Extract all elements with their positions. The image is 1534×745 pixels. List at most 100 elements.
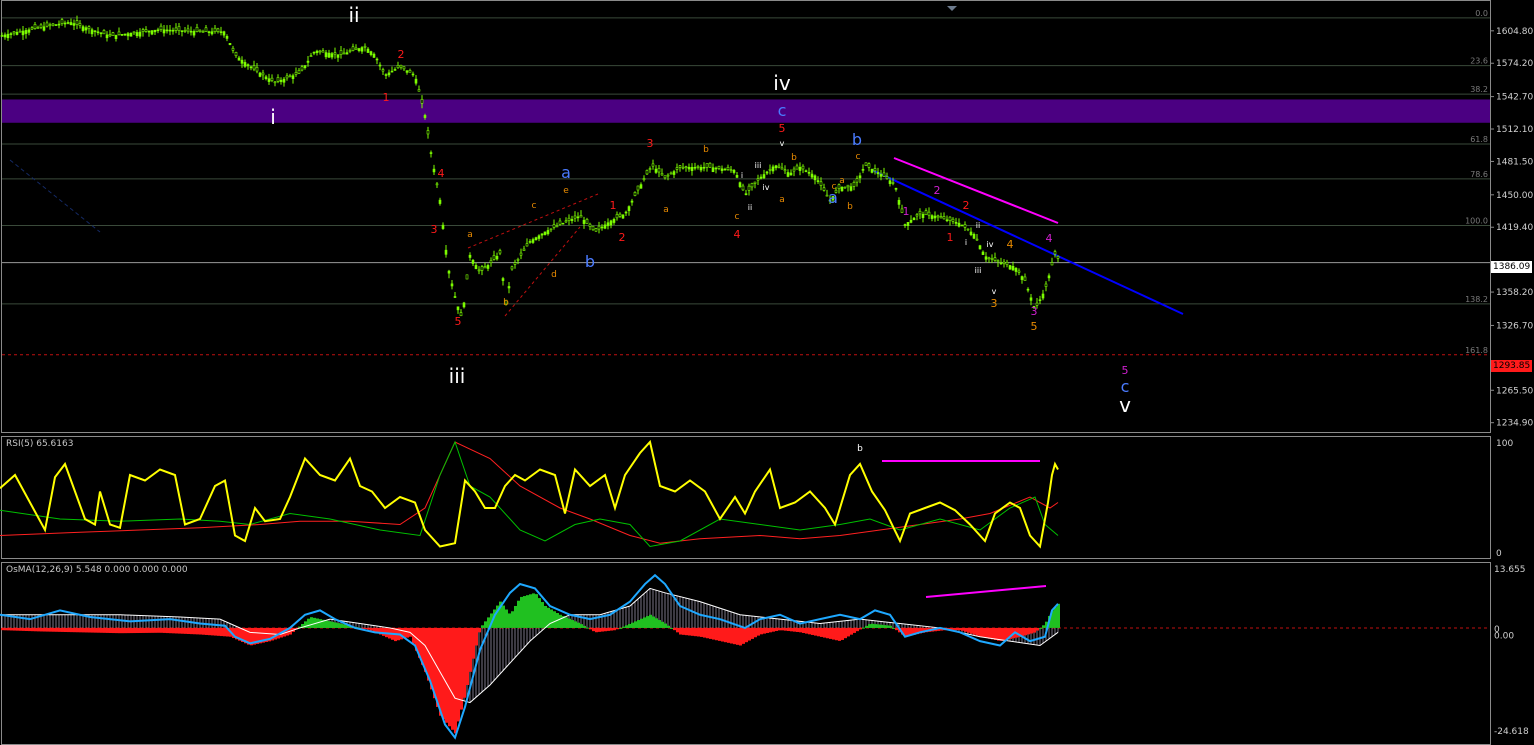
candle xyxy=(993,252,997,262)
candle xyxy=(291,73,295,84)
osma-bar xyxy=(790,627,793,632)
candle-body xyxy=(618,213,622,217)
rsi-fast-ma xyxy=(0,440,1059,548)
osma-bar xyxy=(730,627,733,644)
candle xyxy=(468,252,472,261)
wave-label: b xyxy=(585,252,595,271)
candle-body xyxy=(1017,270,1021,273)
osma-bar xyxy=(874,624,877,628)
candle xyxy=(165,25,169,34)
candle xyxy=(348,48,352,54)
osma-bar xyxy=(583,625,586,628)
osma-bar xyxy=(382,627,385,636)
candle xyxy=(183,26,187,33)
wave-label: iv xyxy=(987,240,994,249)
candle xyxy=(690,163,694,176)
candle-body xyxy=(264,76,268,79)
candle xyxy=(444,244,448,258)
wave-label: b xyxy=(791,153,797,163)
candle xyxy=(510,265,514,271)
candle-body xyxy=(0,35,4,37)
candle xyxy=(675,163,679,174)
candle xyxy=(552,219,556,230)
fibonacci-levels: 0.023.638.250.061.878.6100.0138.2161.8 xyxy=(2,9,1490,356)
candle-body xyxy=(525,243,529,247)
candle xyxy=(180,30,184,37)
candle-body xyxy=(849,186,853,191)
candle-body xyxy=(390,70,394,73)
candle-body xyxy=(567,217,571,221)
candle xyxy=(375,57,379,65)
osma-bar xyxy=(64,627,67,632)
osma-bar xyxy=(598,627,601,632)
candle xyxy=(354,44,358,50)
candle xyxy=(702,162,706,172)
candle-body xyxy=(396,65,400,69)
candle-body xyxy=(888,180,892,184)
osma-bar xyxy=(145,627,148,633)
candle-body xyxy=(711,167,715,173)
osma-bar xyxy=(70,627,73,633)
candle-body xyxy=(534,237,538,241)
candle-body xyxy=(801,165,805,170)
candle xyxy=(951,217,955,225)
osma-bar xyxy=(976,627,979,636)
osma-bar xyxy=(28,627,31,632)
osma-bar xyxy=(856,627,859,632)
osma-bar xyxy=(154,627,157,633)
osma-bar xyxy=(685,627,688,636)
candle-body xyxy=(318,50,322,53)
candle xyxy=(645,169,649,175)
candle xyxy=(975,233,979,241)
candle-body xyxy=(999,262,1003,265)
osma-bar xyxy=(628,623,631,628)
candle xyxy=(582,216,586,229)
candle xyxy=(342,48,346,55)
candle xyxy=(99,32,103,38)
candle xyxy=(240,56,244,68)
osma-bar xyxy=(52,627,55,632)
candle xyxy=(939,212,943,219)
candle xyxy=(726,164,730,171)
candle xyxy=(1014,267,1018,276)
candle xyxy=(942,212,946,220)
osma-bar xyxy=(559,614,562,628)
candle-body xyxy=(108,34,112,37)
candle xyxy=(606,218,610,230)
osma-bar xyxy=(130,627,133,634)
candle-body xyxy=(51,23,55,26)
candle-body xyxy=(912,217,916,221)
candle-body xyxy=(168,29,172,32)
candle-body xyxy=(231,47,235,51)
candle-body xyxy=(330,53,334,58)
osma-bar xyxy=(94,627,97,633)
osma-bar xyxy=(58,627,61,632)
candle-body xyxy=(1041,293,1045,299)
osma-bar xyxy=(217,627,220,636)
candle xyxy=(81,24,85,33)
osma-bar xyxy=(841,627,844,640)
candle xyxy=(849,183,853,192)
chart-shift-marker[interactable] xyxy=(947,6,957,11)
osma-bar xyxy=(865,625,868,628)
osma-bar xyxy=(523,596,526,628)
osma-bar xyxy=(4,627,7,631)
candle-body xyxy=(897,200,901,205)
candle xyxy=(549,228,553,233)
candle-body xyxy=(870,168,874,173)
osma-bar xyxy=(31,627,34,632)
candle-body xyxy=(48,24,52,27)
candle xyxy=(351,43,355,52)
osma-bar xyxy=(163,627,166,633)
candle-body xyxy=(582,219,586,224)
candle xyxy=(1026,287,1030,293)
osma-bar xyxy=(46,627,49,632)
candle-body xyxy=(180,30,184,33)
wave-label: 2 xyxy=(934,184,941,197)
osma-bar xyxy=(820,627,823,637)
candle-body xyxy=(966,228,970,231)
candle xyxy=(909,215,913,224)
candle-body xyxy=(609,220,613,226)
osma-bar xyxy=(460,627,463,710)
candle xyxy=(561,222,565,225)
